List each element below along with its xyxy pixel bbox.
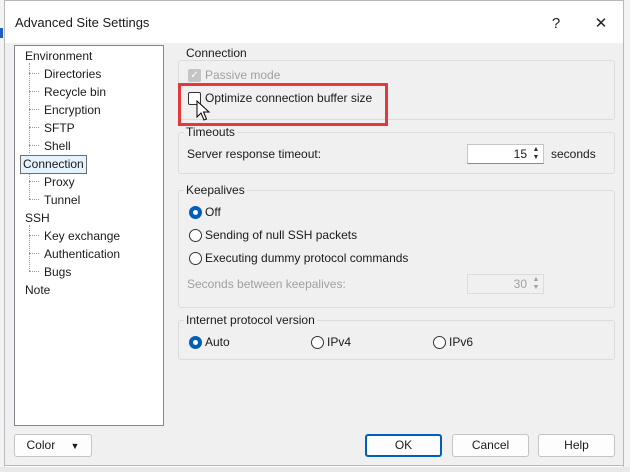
tree-connector [29,145,39,146]
tree-connector [29,109,39,110]
tree-connector [29,271,39,272]
close-button[interactable]: ✕ [581,9,621,37]
tree-connector [29,181,39,182]
tree-connector [29,171,30,199]
server-response-timeout-label: Server response timeout: [187,147,322,161]
background-window-edge-right [623,0,630,472]
ok-button[interactable]: OK [365,434,442,457]
seconds-between-keepalives-spinner[interactable]: 30 ▲ ▼ [467,274,544,294]
tree-item-sftp[interactable]: SFTP [42,120,77,137]
cancel-button[interactable]: Cancel [452,434,529,457]
tree-item-tunnel[interactable]: Tunnel [42,192,82,209]
tree-connector [29,63,30,153]
ipv4-radio[interactable] [311,336,324,349]
ipv6-radio[interactable] [433,336,446,349]
tree-item-proxy[interactable]: Proxy [42,174,77,191]
tree-item-shell[interactable]: Shell [42,138,73,155]
tree-connector [29,91,39,92]
spin-down-icon[interactable]: ▼ [530,284,542,292]
tree-connector [29,225,30,271]
tree-item-ssh[interactable]: SSH [23,210,52,227]
tree-item-environment[interactable]: Environment [23,48,94,65]
tree-item-note[interactable]: Note [23,282,52,299]
help-icon: ? [551,14,561,32]
ip-auto-label: Auto [205,335,230,349]
keepalive-null-packets-label: Sending of null SSH packets [205,228,358,242]
help-title-button[interactable]: ? [536,9,576,37]
tree-item-connection[interactable]: Connection [20,155,87,174]
settings-tree[interactable]: Environment Directories Recycle bin Encr… [14,45,164,426]
background-accent-mark [0,28,3,38]
tree-connector [29,199,39,200]
spin-up-icon[interactable]: ▲ [530,276,542,284]
tree-item-authentication[interactable]: Authentication [42,246,122,263]
spin-up-icon[interactable]: ▲ [530,146,542,154]
keepalive-seconds-value: 30 [513,277,527,291]
timeout-unit-label: seconds [551,147,596,161]
title-bar: Advanced Site Settings ? ✕ [5,1,623,43]
close-icon: ✕ [594,15,608,32]
dropdown-arrow-icon: ▼ [70,441,80,451]
tree-connector [29,253,39,254]
keepalive-off-label: Off [205,205,221,219]
window-title: Advanced Site Settings [15,15,150,30]
help-button[interactable]: Help [538,434,615,457]
timeout-value: 15 [513,147,527,161]
timeouts-group-title: Timeouts [184,125,237,139]
tree-item-recycle-bin[interactable]: Recycle bin [42,84,108,101]
tree-connector [29,73,39,74]
tree-item-bugs[interactable]: Bugs [42,264,73,281]
tree-item-key-exchange[interactable]: Key exchange [42,228,122,245]
ip-auto-radio[interactable] [189,336,202,349]
tree-connector [29,235,39,236]
ipv6-label: IPv6 [449,335,474,349]
keepalive-dummy-commands-label: Executing dummy protocol commands [205,251,409,265]
tree-item-encryption[interactable]: Encryption [42,102,103,119]
seconds-between-keepalives-label: Seconds between keepalives: [187,277,346,291]
color-button-label: Color [26,438,56,452]
passive-mode-checkbox[interactable]: ✓ [188,69,201,82]
tree-item-directories[interactable]: Directories [42,66,103,83]
background-window-edge-bottom [0,467,630,472]
checkmark-icon: ✓ [190,70,199,81]
ipv4-label: IPv4 [327,335,352,349]
keepalives-group-title: Keepalives [184,183,247,197]
server-response-timeout-spinner[interactable]: 15 ▲ ▼ [467,144,544,164]
ip-version-group-title: Internet protocol version [184,313,317,327]
passive-mode-label: Passive mode [205,68,281,82]
mouse-pointer-icon [196,100,210,121]
keepalive-null-packets-radio[interactable] [189,229,202,242]
tree-connector [29,127,39,128]
keepalive-dummy-commands-radio[interactable] [189,252,202,265]
keepalive-off-radio[interactable] [189,206,202,219]
color-dropdown-button[interactable]: Color ▼ [14,434,92,457]
spin-down-icon[interactable]: ▼ [530,154,542,162]
connection-group-title: Connection [184,46,249,60]
